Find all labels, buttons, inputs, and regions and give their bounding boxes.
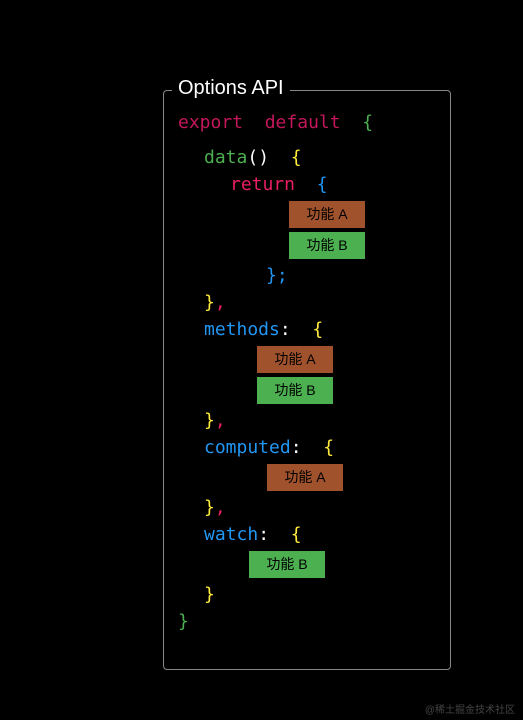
feature-badge-row: 功能 A — [178, 200, 436, 229]
code-line: } — [178, 608, 436, 635]
paren-open: ( — [247, 147, 258, 168]
code-line: export default { — [178, 109, 436, 136]
feature-a-badge: 功能 A — [288, 200, 366, 229]
paren-close: ) — [258, 147, 269, 168]
code-line: }, — [178, 407, 436, 434]
brace-open: { — [291, 147, 302, 168]
feature-b-badge: 功能 B — [256, 376, 334, 405]
feature-badge-row: 功能 A — [178, 463, 436, 492]
feature-b-badge: 功能 B — [288, 231, 366, 260]
feature-badge-row: 功能 B — [178, 550, 436, 579]
fn-data: data — [204, 147, 247, 168]
semicolon: ; — [277, 265, 288, 286]
brace-close: } — [204, 410, 215, 431]
brace-close: } — [204, 497, 215, 518]
colon: : — [258, 524, 269, 545]
brace-open: { — [291, 524, 302, 545]
brace-open: { — [312, 319, 323, 340]
code-line: }; — [178, 262, 436, 289]
code-line: watch: { — [178, 521, 436, 548]
comma: , — [215, 292, 226, 313]
brace-open: { — [323, 437, 334, 458]
brace-close: } — [204, 292, 215, 313]
comma: , — [215, 497, 226, 518]
feature-b-badge: 功能 B — [248, 550, 326, 579]
prop-watch: watch — [204, 524, 258, 545]
feature-badge-row: 功能 A — [178, 345, 436, 374]
feature-a-badge: 功能 A — [256, 345, 334, 374]
watermark-text: @稀土掘金技术社区 — [425, 701, 515, 716]
brace-close: } — [178, 611, 189, 632]
brace-open: { — [362, 112, 373, 133]
feature-a-badge: 功能 A — [266, 463, 344, 492]
code-block: export default { data() { return { 功能 A … — [164, 91, 450, 645]
colon: : — [280, 319, 291, 340]
comma: , — [215, 410, 226, 431]
code-line: } — [178, 581, 436, 608]
colon: : — [291, 437, 302, 458]
prop-computed: computed — [204, 437, 291, 458]
brace-close: } — [204, 584, 215, 605]
feature-badge-row: 功能 B — [178, 231, 436, 260]
panel-title: Options API — [172, 77, 290, 100]
code-line: return { — [178, 171, 436, 198]
options-api-panel: Options API export default { data() { re… — [163, 90, 451, 670]
keyword-return: return — [230, 174, 295, 195]
prop-methods: methods — [204, 319, 280, 340]
keyword-default: default — [265, 112, 341, 133]
code-line: }, — [178, 289, 436, 316]
feature-badge-row: 功能 B — [178, 376, 436, 405]
keyword-export: export — [178, 112, 243, 133]
brace-open: { — [317, 174, 328, 195]
code-line: data() { — [178, 144, 436, 171]
brace-close: } — [266, 265, 277, 286]
code-line: computed: { — [178, 434, 436, 461]
code-line: }, — [178, 494, 436, 521]
code-line: methods: { — [178, 316, 436, 343]
